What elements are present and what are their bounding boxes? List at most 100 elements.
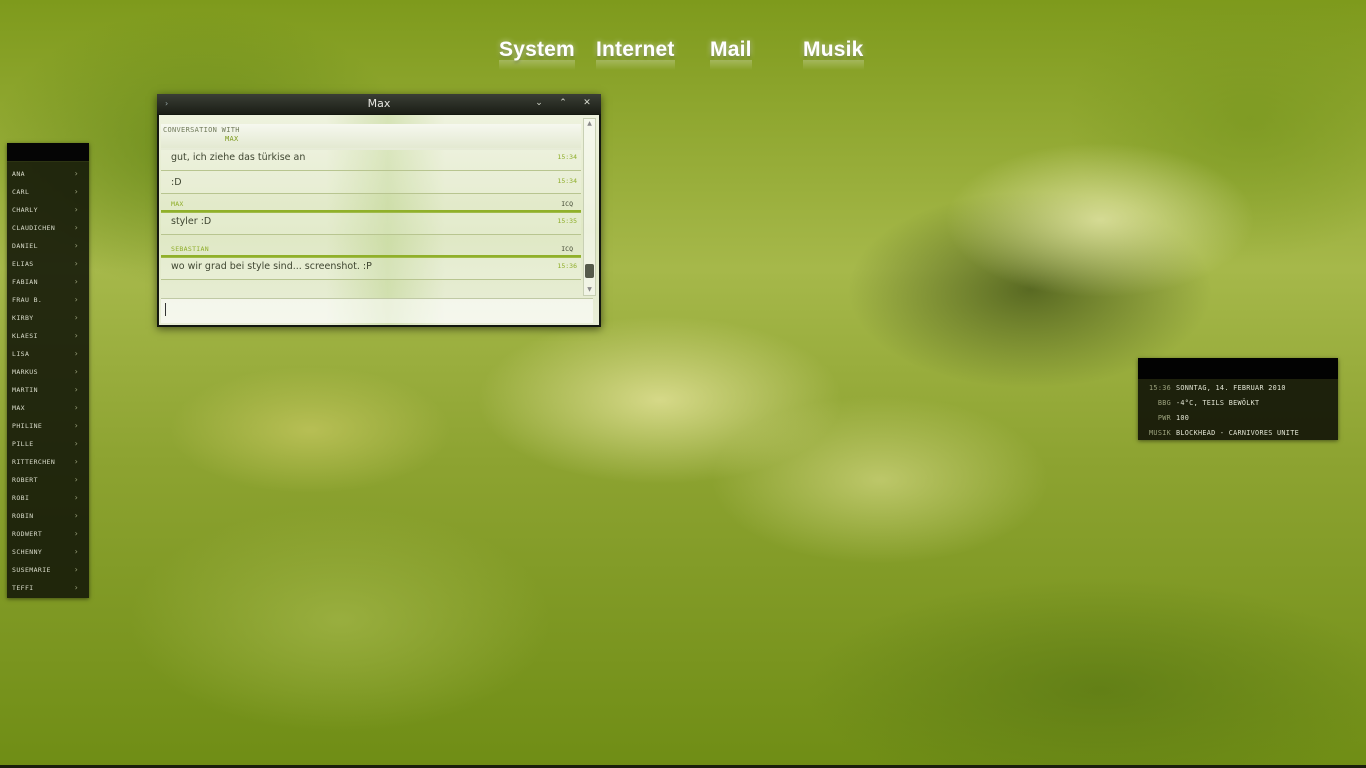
scroll-down-icon[interactable]: ▼ bbox=[584, 285, 595, 295]
contact-item-robin[interactable]: ROBIN › bbox=[7, 507, 89, 525]
contact-item-fabian[interactable]: FABIAN › bbox=[7, 273, 89, 291]
contact-item-kirby[interactable]: KIRBY › bbox=[7, 309, 89, 327]
chevron-right-icon: › bbox=[73, 385, 79, 394]
contact-item-klaesi[interactable]: KLAESI › bbox=[7, 327, 89, 345]
info-key: MUSIK bbox=[1149, 429, 1171, 437]
chevron-right-icon: › bbox=[73, 583, 79, 592]
chat-titlebar[interactable]: › Max ⌄ ⌃ ✕ bbox=[157, 94, 601, 114]
message-time: 15:35 bbox=[557, 217, 577, 225]
message-input[interactable] bbox=[161, 298, 593, 323]
contact-item-markus[interactable]: MARKUS › bbox=[7, 363, 89, 381]
scrollbar-thumb[interactable] bbox=[585, 264, 594, 278]
contact-item-teffi[interactable]: TEFFI › bbox=[7, 579, 89, 597]
contact-item-carl[interactable]: CARL › bbox=[7, 183, 89, 201]
menu-mail[interactable]: Mail bbox=[710, 38, 752, 70]
info-value: BLOCKHEAD - CARNIVORES UNITE bbox=[1176, 429, 1299, 437]
top-menu: System Internet Mail Musik bbox=[0, 38, 1366, 68]
contact-name: CARL bbox=[12, 188, 30, 196]
contact-name: RODWERT bbox=[12, 530, 43, 538]
contact-name: LISA bbox=[12, 350, 30, 358]
info-row-power: PWR 100 bbox=[1138, 411, 1338, 426]
contact-item-schenny[interactable]: SCHENNY › bbox=[7, 543, 89, 561]
message-time: 15:34 bbox=[557, 177, 577, 185]
contact-name: MARTIN bbox=[12, 386, 38, 394]
contact-name: MARKUS bbox=[12, 368, 38, 376]
chat-title: Max bbox=[367, 97, 391, 110]
chevron-right-icon: › bbox=[73, 295, 79, 304]
chevron-right-icon: › bbox=[73, 565, 79, 574]
message-text: gut, ich ziehe das türkise an bbox=[171, 152, 306, 163]
contact-item-daniel[interactable]: DANIEL › bbox=[7, 237, 89, 255]
chat-body: CONVERSATION WITH MAX gut, ich ziehe das… bbox=[159, 115, 599, 325]
message-scrollbar[interactable]: ▲ ▼ bbox=[583, 118, 596, 296]
chevron-right-icon: › bbox=[73, 403, 79, 412]
contact-item-martin[interactable]: MARTIN › bbox=[7, 381, 89, 399]
chevron-right-icon: › bbox=[73, 331, 79, 340]
contact-item-rodwert[interactable]: RODWERT › bbox=[7, 525, 89, 543]
contact-item-robi[interactable]: ROBI › bbox=[7, 489, 89, 507]
menu-musik[interactable]: Musik bbox=[803, 38, 864, 70]
contact-list: ANA › CARL › CHARLY › CLAUDICHEN › DANIEL › E… bbox=[7, 143, 89, 598]
chevron-right-icon: › bbox=[73, 349, 79, 358]
contact-item-ritterchen[interactable]: RITTERCHEN › bbox=[7, 453, 89, 471]
chevron-right-icon: › bbox=[73, 439, 79, 448]
info-value: -4°C, TEILS BEWÖLKT bbox=[1176, 399, 1260, 407]
contact-name: RITTERCHEN bbox=[12, 458, 56, 466]
conversation-header: CONVERSATION WITH MAX bbox=[161, 124, 581, 150]
contact-name: ELIAS bbox=[12, 260, 34, 268]
window-menu-icon[interactable]: › bbox=[165, 94, 168, 114]
sender-name: MAX bbox=[171, 200, 184, 208]
message-text: :D bbox=[171, 177, 182, 188]
message-list[interactable]: gut, ich ziehe das türkise an 15:34 :D 1… bbox=[161, 148, 581, 294]
message-time: 15:36 bbox=[557, 262, 577, 270]
chevron-right-icon: › bbox=[73, 277, 79, 286]
contact-name: FRAU B. bbox=[12, 296, 43, 304]
contact-item-max[interactable]: MAX › bbox=[7, 399, 89, 417]
conversation-partner: MAX bbox=[225, 135, 239, 143]
chat-window: › Max ⌄ ⌃ ✕ CONVERSATION WITH MAX gut, i… bbox=[157, 94, 601, 327]
contact-name: FABIAN bbox=[12, 278, 38, 286]
minimize-icon[interactable]: ⌄ bbox=[531, 96, 547, 111]
contact-name: SCHENNY bbox=[12, 548, 43, 556]
message-time: 15:34 bbox=[557, 153, 577, 161]
contact-item-susemarie[interactable]: SUSEMARIE › bbox=[7, 561, 89, 579]
menu-internet[interactable]: Internet bbox=[596, 38, 675, 70]
chevron-right-icon: › bbox=[73, 475, 79, 484]
contact-item-pille[interactable]: PILLE › bbox=[7, 435, 89, 453]
chevron-right-icon: › bbox=[73, 259, 79, 268]
chevron-right-icon: › bbox=[73, 313, 79, 322]
contact-name: ROBERT bbox=[12, 476, 38, 484]
sender-protocol: ICQ bbox=[561, 245, 573, 253]
contact-name: ANA bbox=[12, 170, 25, 178]
chevron-right-icon: › bbox=[73, 367, 79, 376]
info-value: 100 bbox=[1176, 414, 1190, 422]
info-panel-header bbox=[1138, 358, 1338, 379]
info-key: 15:36 bbox=[1149, 384, 1171, 392]
contact-items: ANA › CARL › CHARLY › CLAUDICHEN › DANIEL › E… bbox=[7, 162, 89, 597]
info-panel: 15:36 SONNTAG, 14. FEBRUAR 2010 BBG -4°C… bbox=[1138, 358, 1338, 440]
conversation-label: CONVERSATION WITH bbox=[163, 126, 240, 134]
contact-item-ana[interactable]: ANA › bbox=[7, 165, 89, 183]
menu-system[interactable]: System bbox=[499, 38, 575, 70]
message-text: wo wir grad bei style sind... screenshot… bbox=[171, 261, 372, 272]
contact-item-elias[interactable]: ELIAS › bbox=[7, 255, 89, 273]
chevron-right-icon: › bbox=[73, 511, 79, 520]
contact-item-robert[interactable]: ROBERT › bbox=[7, 471, 89, 489]
chevron-right-icon: › bbox=[73, 241, 79, 250]
chevron-right-icon: › bbox=[73, 493, 79, 502]
contact-item-charly[interactable]: CHARLY › bbox=[7, 201, 89, 219]
message-text: styler :D bbox=[171, 216, 212, 227]
close-icon[interactable]: ✕ bbox=[579, 96, 595, 111]
info-value: SONNTAG, 14. FEBRUAR 2010 bbox=[1176, 384, 1286, 392]
contact-list-header bbox=[7, 143, 89, 162]
contact-name: CHARLY bbox=[12, 206, 38, 214]
contact-name: ROBIN bbox=[12, 512, 34, 520]
scroll-up-icon[interactable]: ▲ bbox=[584, 119, 595, 129]
info-row-weather: BBG -4°C, TEILS BEWÖLKT bbox=[1138, 396, 1338, 411]
contact-item-frau-b[interactable]: FRAU B. › bbox=[7, 291, 89, 309]
contact-item-philine[interactable]: PHILINE › bbox=[7, 417, 89, 435]
info-row-music: MUSIK BLOCKHEAD - CARNIVORES UNITE bbox=[1138, 426, 1338, 441]
contact-item-lisa[interactable]: LISA › bbox=[7, 345, 89, 363]
contact-item-claudichen[interactable]: CLAUDICHEN › bbox=[7, 219, 89, 237]
maximize-icon[interactable]: ⌃ bbox=[555, 96, 571, 111]
